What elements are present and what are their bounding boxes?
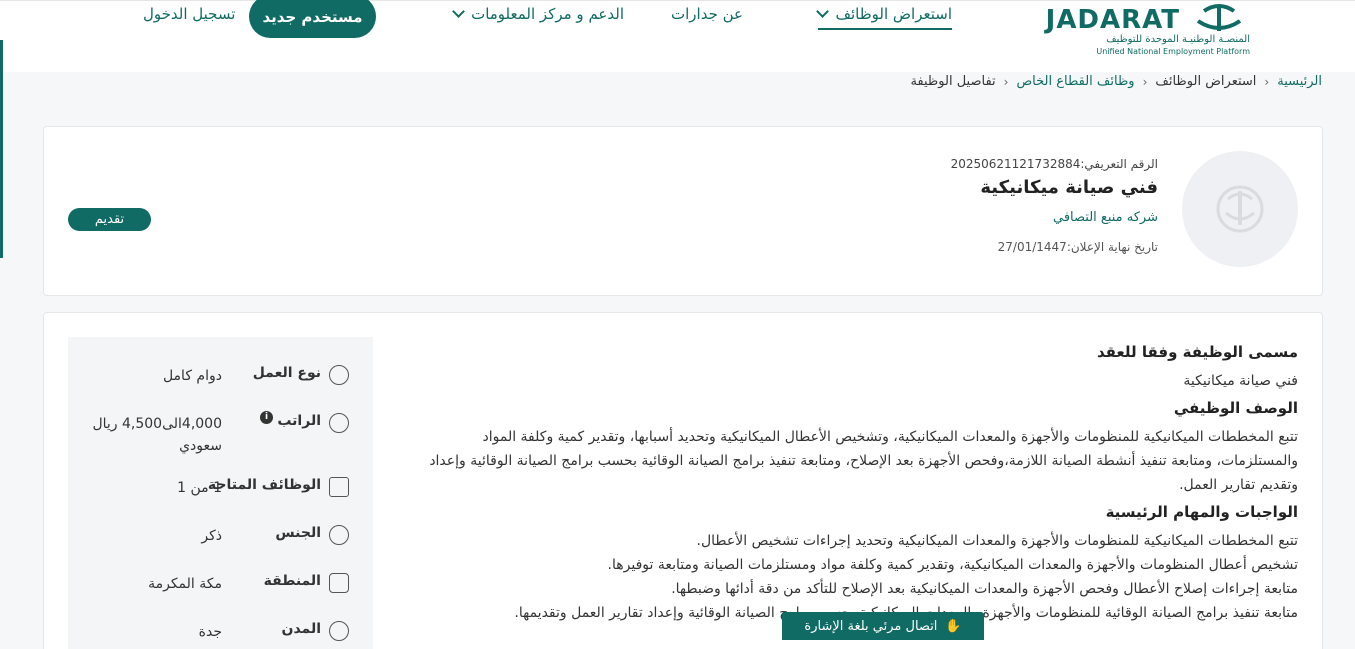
- job-attributes-panel: نوع العمل دوام كامل الراتب i 4,000الى4,5…: [68, 337, 373, 649]
- info-icon[interactable]: i: [260, 411, 273, 424]
- breadcrumb-home[interactable]: الرئيسية: [1277, 74, 1322, 89]
- nav-about[interactable]: عن جدارات: [671, 5, 743, 23]
- chevron-left-icon: ‹: [1142, 74, 1148, 89]
- header: JADARAT المنصـة الوطنيـة الموحدة للتوظيف…: [0, 0, 1355, 72]
- id-card-icon: [329, 477, 349, 497]
- duty-item: تتبع المخططات الميكانيكية للمنظومات والأ…: [696, 533, 1298, 549]
- duty-item: تشخيص أعطال المنظومات والأجهزة والمعدات …: [607, 557, 1298, 573]
- duty-item: متابعة إجراءات إصلاح الأعطال وفحص الأجهز…: [671, 581, 1298, 597]
- region-value: مكة المكرمة: [148, 576, 222, 592]
- available-jobs-row: الوظائف المتاحة 1 من 1: [68, 475, 373, 515]
- breadcrumb: الرئيسية ‹ استعراض الوظائف ‹ وظائف القطا…: [910, 74, 1322, 89]
- chevron-down-icon: [452, 5, 465, 18]
- city-value: جدة: [198, 624, 222, 640]
- sign-language-label: اتصال مرئي بلغة الإشارة: [804, 618, 938, 634]
- salary-label: الراتب: [277, 413, 321, 429]
- scroll-indicator: [0, 40, 3, 258]
- sign-language-call-button[interactable]: ✋ اتصال مرئي بلغة الإشارة: [782, 612, 984, 640]
- city-row: المدن جدة: [68, 619, 373, 649]
- chevron-down-icon: [816, 5, 830, 18]
- money-icon: [329, 413, 349, 433]
- region-row: المنطقة مكة المكرمة: [68, 571, 373, 611]
- region-label: المنطقة: [263, 573, 321, 589]
- gender-value: ذكر: [201, 528, 222, 544]
- ad-deadline: تاريخ نهاية الإعلان:27/01/1447: [997, 240, 1158, 254]
- description-heading: الوصف الوظيفي: [1173, 399, 1298, 417]
- nav-browse-jobs-label: استعراض الوظائف: [835, 5, 952, 23]
- work-type-row: نوع العمل دوام كامل: [68, 363, 373, 403]
- chevron-left-icon: ‹: [1264, 74, 1270, 89]
- login-link[interactable]: تسجيل الدخول: [143, 5, 235, 23]
- job-header-card: الرقم التعريفي:20250621121732884 فني صيا…: [43, 126, 1323, 296]
- job-details-content: مسمى الوظيفة وفقا للعقد فني صيانة ميكاني…: [413, 343, 1298, 625]
- breadcrumb-private-sector[interactable]: وظائف القطاع الخاص: [1016, 74, 1134, 89]
- breadcrumb-browse-jobs[interactable]: استعراض الوظائف: [1155, 74, 1256, 89]
- description-text: تتبع المخططات الميكانيكية للمنظومات والأ…: [429, 429, 1298, 493]
- apply-button[interactable]: تقديم: [68, 208, 151, 231]
- salary-row: الراتب i 4,000الى4,500 ريال سعودي: [68, 411, 373, 454]
- work-type-value: دوام كامل: [162, 368, 222, 384]
- hand-sign-icon: ✋: [945, 618, 962, 634]
- company-name[interactable]: شركه منبع التصافي: [1053, 210, 1158, 225]
- logo-english: Unified National Employment Platform: [1096, 47, 1250, 56]
- gender-label: الجنس: [275, 525, 321, 541]
- nav-support[interactable]: الدعم و مركز المعلومات: [452, 5, 624, 23]
- salary-value: 4,000الى4,500 ريال سعودي: [92, 416, 222, 454]
- nav-about-label: عن جدارات: [671, 5, 743, 23]
- logo-brand: JADARAT: [1045, 5, 1180, 35]
- job-id: الرقم التعريفي:20250621121732884: [950, 157, 1158, 171]
- user-icon: [329, 525, 349, 545]
- map-icon: [329, 573, 349, 593]
- job-details-card: مسمى الوظيفة وفقا للعقد فني صيانة ميكاني…: [43, 312, 1323, 649]
- logo-arabic: المنصـة الوطنيـة الموحدة للتوظيف: [1106, 34, 1250, 45]
- breadcrumb-current: تفاصيل الوظيفة: [910, 74, 996, 89]
- location-pin-icon: [329, 621, 349, 641]
- jadarat-logo[interactable]: JADARAT المنصـة الوطنيـة الموحدة للتوظيف…: [1046, 1, 1250, 63]
- available-jobs-label: الوظائف المتاحة: [207, 477, 321, 493]
- new-user-button[interactable]: مستخدم جديد: [249, 0, 376, 38]
- duties-heading: الواجبات والمهام الرئيسية: [1105, 503, 1298, 521]
- job-title: فني صيانة ميكانيكية: [980, 177, 1158, 198]
- city-label: المدن: [281, 621, 321, 637]
- work-type-label: نوع العمل: [252, 365, 321, 381]
- pie-chart-icon: [329, 365, 349, 385]
- contract-title-text: فني صيانة ميكانيكية: [1183, 373, 1298, 389]
- chevron-left-icon: ‹: [1003, 74, 1009, 89]
- available-jobs-value: 1 من 1: [177, 480, 222, 496]
- company-avatar: [1182, 151, 1298, 267]
- palm-emblem-icon: [1216, 185, 1264, 233]
- palm-emblem-icon: [1196, 4, 1242, 31]
- nav-support-label: الدعم و مركز المعلومات: [471, 5, 624, 23]
- gender-row: الجنس ذكر: [68, 523, 373, 563]
- contract-title-heading: مسمى الوظيفة وفقا للعقد: [1096, 343, 1298, 361]
- nav-browse-jobs[interactable]: استعراض الوظائف: [816, 5, 952, 30]
